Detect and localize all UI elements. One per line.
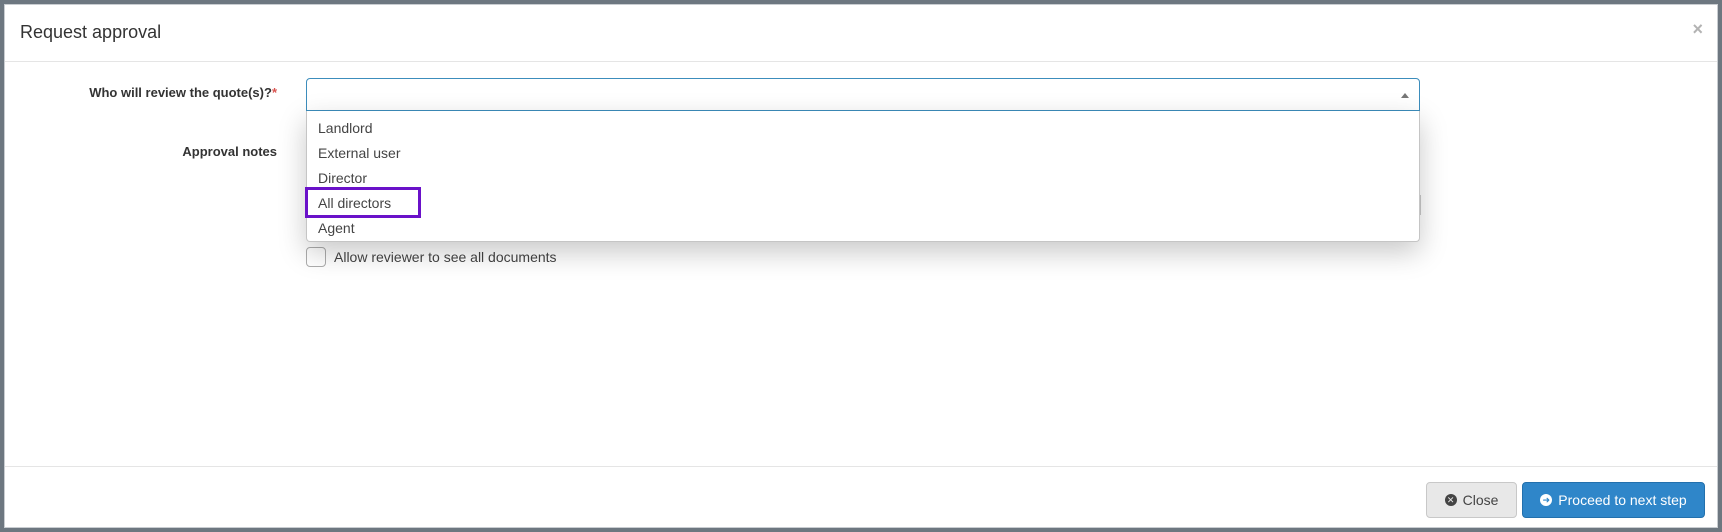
caret-up-icon — [1401, 93, 1409, 98]
close-button-label: Close — [1462, 492, 1499, 508]
option-external-user[interactable]: External user — [318, 145, 400, 161]
option-landlord[interactable]: Landlord — [318, 120, 373, 136]
close-button[interactable]: ✕ Close — [1426, 482, 1517, 518]
close-icon[interactable]: × — [1692, 20, 1703, 38]
required-mark: * — [271, 85, 277, 100]
reviewer-dropdown: Landlord External user Director All dire… — [306, 111, 1420, 242]
option-all-directors[interactable]: All directors — [318, 195, 391, 211]
modal-title: Request approval — [20, 22, 162, 42]
times-circle-icon: ✕ — [1444, 494, 1457, 506]
request-approval-modal: Request approval × Who will review the q… — [4, 4, 1718, 528]
approval-notes-label: Approval notes — [182, 144, 277, 159]
proceed-next-step-button[interactable]: ➜ Proceed to next step — [1522, 482, 1705, 518]
reviewer-select[interactable] — [306, 78, 1420, 111]
modal-header: Request approval × — [5, 5, 1717, 62]
reviewer-label-text: Who will review the quote(s)? — [89, 85, 272, 100]
option-director[interactable]: Director — [318, 170, 367, 186]
allow-documents-label: Allow reviewer to see all documents — [334, 249, 557, 265]
option-agent[interactable]: Agent — [318, 220, 355, 236]
modal-footer: ✕ Close ➜ Proceed to next step — [5, 466, 1717, 527]
proceed-button-label: Proceed to next step — [1558, 492, 1687, 508]
allow-documents-checkbox[interactable] — [306, 247, 326, 267]
reviewer-label: Who will review the quote(s)?* — [77, 85, 277, 100]
arrow-circle-right-icon: ➜ — [1540, 494, 1553, 506]
